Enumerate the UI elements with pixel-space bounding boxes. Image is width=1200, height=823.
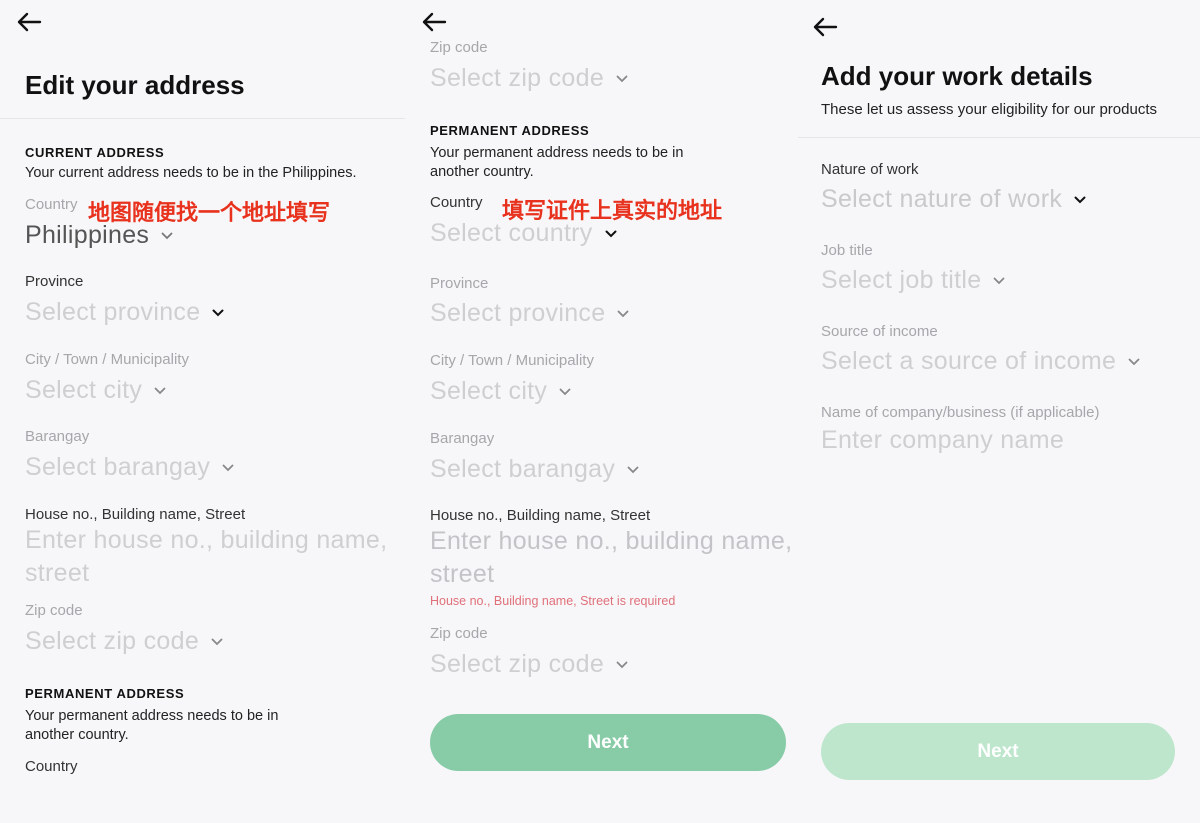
barangay-label: Barangay <box>430 430 495 447</box>
city-placeholder: Select city <box>430 377 548 405</box>
house-label: House no., Building name, Street <box>430 507 651 524</box>
page-title: Edit your address <box>25 70 245 100</box>
source-of-income-select[interactable]: Select a source of income <box>821 347 1140 376</box>
chevron-down-icon <box>212 309 224 317</box>
edit-address-screen: Edit your address CURRENT ADDRESS Your c… <box>0 0 405 823</box>
permanent-country-label: Country <box>25 758 78 775</box>
chevron-down-icon <box>605 230 617 238</box>
page-title: Add your work details <box>821 61 1093 91</box>
chevron-down-icon <box>1128 358 1140 366</box>
permanent-address-heading: PERMANENT ADDRESS <box>430 123 590 138</box>
source-of-income-placeholder: Select a source of income <box>821 347 1117 375</box>
country-label: Country <box>430 194 483 211</box>
province-label: Province <box>25 273 84 290</box>
job-title-select[interactable]: Select job title <box>821 266 1005 295</box>
zip-label-top: Zip code <box>430 39 488 56</box>
country-label: Country <box>25 196 78 213</box>
country-select[interactable]: Select country <box>430 219 617 248</box>
company-name-label: Name of company/business (if applicable) <box>821 404 1100 421</box>
arrow-left-icon <box>421 12 451 32</box>
permanent-address-description: Your permanent address needs to be in an… <box>25 708 279 743</box>
city-label: City / Town / Municipality <box>430 352 594 369</box>
province-placeholder: Select province <box>430 299 606 327</box>
city-select[interactable]: Select city <box>25 376 166 405</box>
barangay-select[interactable]: Select barangay <box>25 453 234 482</box>
barangay-placeholder: Select barangay <box>25 453 211 481</box>
zip-placeholder: Select zip code <box>430 650 605 678</box>
back-button[interactable] <box>16 12 46 34</box>
barangay-placeholder: Select barangay <box>430 455 616 483</box>
nature-of-work-placeholder: Select nature of work <box>821 185 1063 213</box>
barangay-select[interactable]: Select barangay <box>430 455 639 484</box>
chevron-down-icon <box>211 638 223 646</box>
chevron-down-icon <box>627 466 639 474</box>
chevron-down-icon <box>161 232 173 240</box>
chevron-down-icon <box>616 661 628 669</box>
zip-placeholder: Select zip code <box>25 627 200 655</box>
zip-select[interactable]: Select zip code <box>25 627 223 656</box>
chevron-down-icon <box>616 75 628 83</box>
nature-of-work-label: Nature of work <box>821 161 919 178</box>
arrow-left-icon <box>16 12 46 32</box>
next-button[interactable]: Next <box>821 723 1175 780</box>
current-address-heading: CURRENT ADDRESS <box>25 145 165 160</box>
province-label: Province <box>430 275 489 292</box>
province-select[interactable]: Select province <box>430 299 629 328</box>
house-input[interactable]: Enter house no., building name, street <box>25 524 395 590</box>
divider <box>0 118 405 119</box>
permanent-address-screen: Zip code Select zip code PERMANENT ADDRE… <box>405 0 798 823</box>
zip-label: Zip code <box>25 602 83 619</box>
permanent-address-description: Your permanent address needs to be in an… <box>430 145 684 180</box>
job-title-placeholder: Select job title <box>821 266 982 294</box>
chevron-down-icon <box>617 310 629 318</box>
province-select[interactable]: Select province <box>25 298 224 327</box>
house-label: House no., Building name, Street <box>25 506 246 523</box>
chevron-down-icon <box>1074 196 1086 204</box>
country-select[interactable]: Philippines <box>25 221 173 250</box>
company-name-input[interactable]: Enter company name <box>821 426 1064 455</box>
next-button[interactable]: Next <box>430 714 786 771</box>
country-value: Philippines <box>25 221 150 249</box>
page-subtitle: These let us assess your eligibility for… <box>821 101 1157 118</box>
back-button[interactable] <box>812 17 842 39</box>
source-of-income-label: Source of income <box>821 323 938 340</box>
chevron-down-icon <box>559 388 571 396</box>
zip-select[interactable]: Select zip code <box>430 650 628 679</box>
city-placeholder: Select city <box>25 376 143 404</box>
city-label: City / Town / Municipality <box>25 351 189 368</box>
job-title-label: Job title <box>821 242 873 259</box>
arrow-left-icon <box>812 17 842 37</box>
current-address-description: Your current address needs to be in the … <box>25 165 357 181</box>
work-details-screen: Add your work details These let us asses… <box>798 0 1200 823</box>
house-error-message: House no., Building name, Street is requ… <box>430 594 676 608</box>
country-placeholder: Select country <box>430 219 593 247</box>
zip-placeholder-top: Select zip code <box>430 64 605 92</box>
permanent-address-heading: PERMANENT ADDRESS <box>25 686 185 701</box>
back-button[interactable] <box>421 12 451 34</box>
house-input[interactable]: Enter house no., building name, street <box>430 525 795 591</box>
nature-of-work-select[interactable]: Select nature of work <box>821 185 1086 214</box>
zip-select-top[interactable]: Select zip code <box>430 64 628 93</box>
divider <box>798 137 1200 138</box>
chevron-down-icon <box>222 464 234 472</box>
province-placeholder: Select province <box>25 298 201 326</box>
chevron-down-icon <box>993 277 1005 285</box>
city-select[interactable]: Select city <box>430 377 571 406</box>
zip-label: Zip code <box>430 625 488 642</box>
barangay-label: Barangay <box>25 428 90 445</box>
chevron-down-icon <box>154 387 166 395</box>
